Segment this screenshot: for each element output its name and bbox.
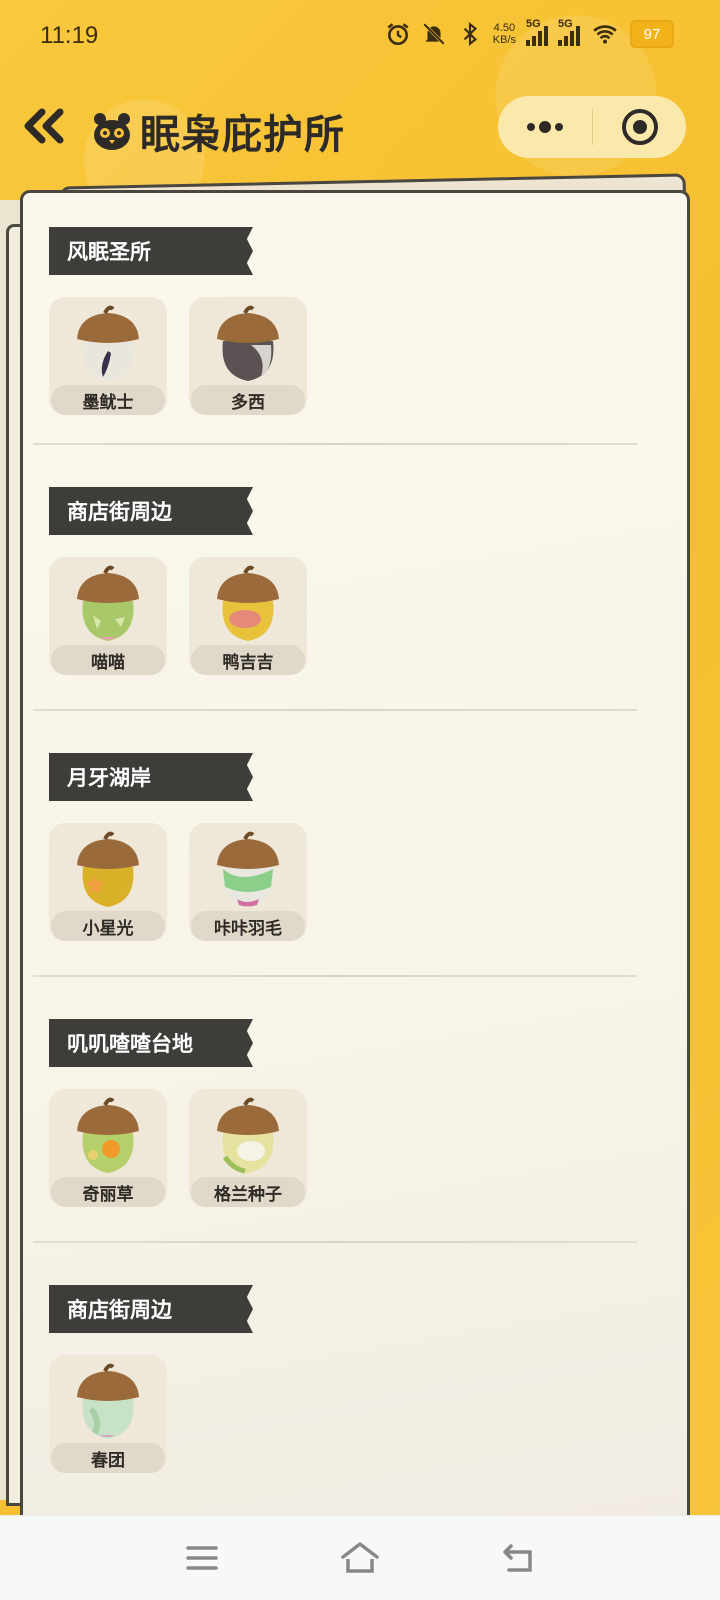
mute-bell-icon <box>422 23 445 45</box>
battery-indicator: 97 <box>630 20 674 48</box>
close-app-button[interactable] <box>593 96 686 158</box>
signal-1-label: 5G <box>526 18 541 30</box>
acorn-white-icon <box>77 305 139 381</box>
section-title: 商店街周边 <box>49 1285 253 1333</box>
network-speed: 4.50 KB/s <box>493 22 516 46</box>
item-label: 多西 <box>191 385 305 415</box>
section-divider <box>33 1241 637 1243</box>
item-list: 奇丽草 格兰种子 <box>49 1089 307 1207</box>
mini-program-capsule <box>498 96 686 158</box>
acorn-star-icon <box>77 831 139 907</box>
item-label: 喵喵 <box>51 645 165 675</box>
more-dots-icon <box>527 121 563 133</box>
list-item[interactable]: 小星光 <box>49 823 167 941</box>
menu-button[interactable] <box>178 1534 226 1582</box>
item-list: 春团 <box>49 1355 167 1473</box>
system-nav-bar <box>0 1515 720 1600</box>
list-item[interactable]: 多西 <box>189 297 307 415</box>
title-group: 眠枭庇护所 <box>90 102 345 160</box>
app-header: 眠枭庇护所 <box>0 92 720 162</box>
section-title: 叽叽喳喳台地 <box>49 1019 253 1067</box>
item-label: 小星光 <box>51 911 165 941</box>
list-item[interactable]: 春团 <box>49 1355 167 1473</box>
acorn-feather-icon <box>217 831 279 907</box>
target-circle-icon <box>621 109 658 145</box>
section-divider <box>33 443 637 445</box>
section-title: 月牙湖岸 <box>49 753 253 801</box>
acorn-flower-icon <box>77 1097 139 1173</box>
section-divider <box>33 975 637 977</box>
acorn-mint-icon <box>77 1363 139 1439</box>
sanctuary-card: 风眠圣所 墨鱿士 多西 商店街周边 喵喵 鸭吉吉 月牙湖岸 小星光 咔咔羽毛 叽… <box>20 190 690 1536</box>
status-time: 11:19 <box>40 22 99 49</box>
item-list: 小星光 咔咔羽毛 <box>49 823 307 941</box>
acorn-green-icon <box>77 565 139 641</box>
signal-2-label: 5G <box>558 18 573 30</box>
item-label: 鸭吉吉 <box>191 645 305 675</box>
item-label: 奇丽草 <box>51 1177 165 1207</box>
home-button[interactable] <box>336 1534 384 1582</box>
item-label: 咔咔羽毛 <box>191 911 305 941</box>
item-list: 墨鱿士 多西 <box>49 297 307 415</box>
section-title: 风眠圣所 <box>49 227 253 275</box>
item-label: 格兰种子 <box>191 1177 305 1207</box>
status-bar: 11:19 4.50 KB/s 5G 5G 97 <box>0 0 720 72</box>
section-divider <box>33 709 637 711</box>
acorn-gray-icon <box>217 305 279 381</box>
back-button[interactable] <box>18 104 68 148</box>
section-title: 商店街周边 <box>49 487 253 535</box>
list-item[interactable]: 喵喵 <box>49 557 167 675</box>
list-item[interactable]: 咔咔羽毛 <box>189 823 307 941</box>
back-nav-button[interactable] <box>494 1534 542 1582</box>
net-speed-value: 4.50 <box>493 22 516 34</box>
status-icons: 4.50 KB/s 5G 5G 97 <box>385 18 674 48</box>
list-item[interactable]: 奇丽草 <box>49 1089 167 1207</box>
page-title: 眠枭庇护所 <box>140 113 345 157</box>
signal-2-icon: 5G <box>558 18 580 46</box>
net-speed-unit: KB/s <box>492 34 516 46</box>
menu-icon <box>186 1546 218 1570</box>
list-item[interactable]: 墨鱿士 <box>49 297 167 415</box>
more-button[interactable] <box>498 96 592 158</box>
alarm-icon <box>387 23 409 46</box>
signal-1-icon: 5G <box>526 18 548 46</box>
list-item[interactable]: 鸭吉吉 <box>189 557 307 675</box>
owl-mascot-icon <box>94 113 130 150</box>
home-icon <box>341 1542 379 1573</box>
bluetooth-icon <box>463 21 477 47</box>
return-icon <box>503 1544 532 1572</box>
list-item[interactable]: 格兰种子 <box>189 1089 307 1207</box>
double-chevron-left-icon <box>24 108 64 144</box>
acorn-yellow-icon <box>217 565 279 641</box>
item-label: 春团 <box>51 1443 165 1473</box>
acorn-seed-icon <box>217 1097 279 1174</box>
item-list: 喵喵 鸭吉吉 <box>49 557 307 675</box>
item-label: 墨鱿士 <box>51 385 165 415</box>
wifi-icon <box>593 25 617 44</box>
